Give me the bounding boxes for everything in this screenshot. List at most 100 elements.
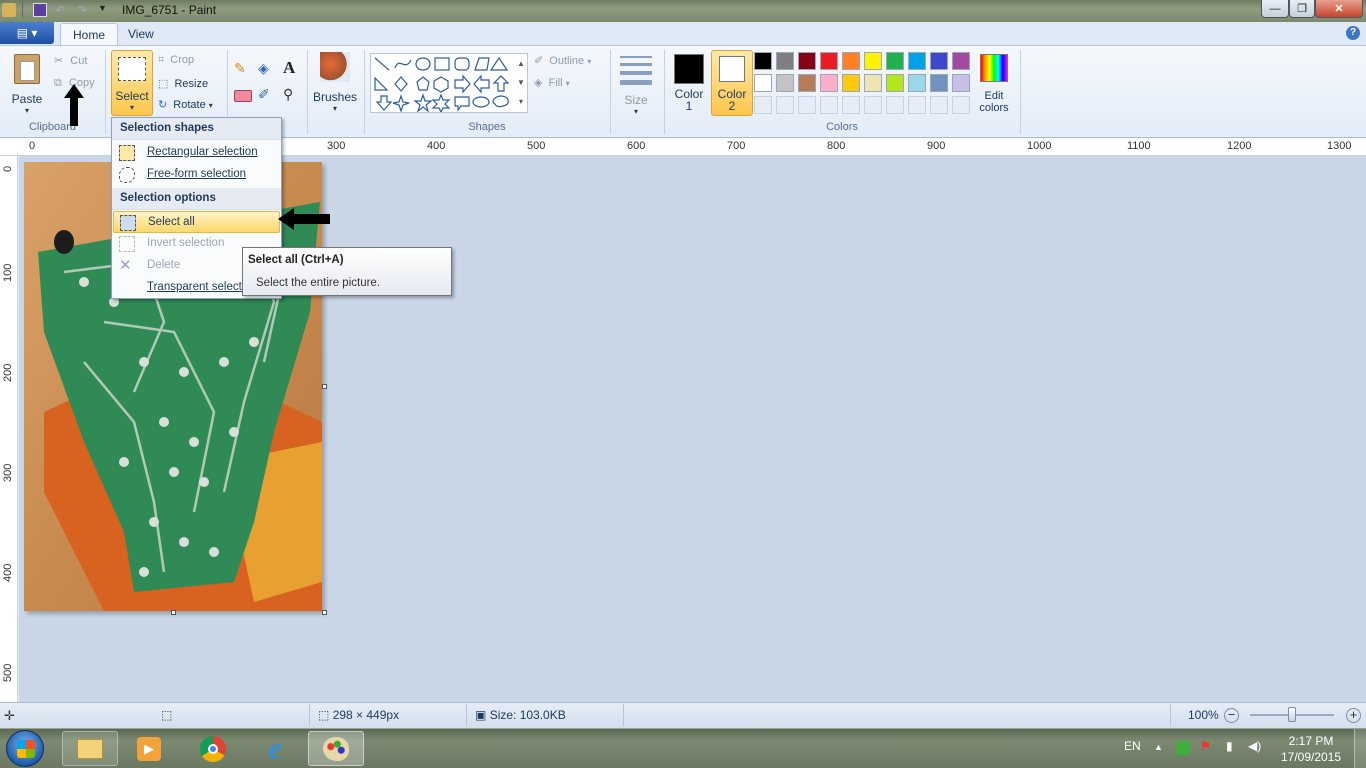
rotate-button[interactable]: ↻ Rotate ▾ bbox=[158, 98, 213, 111]
color2-button[interactable]: Color 2 bbox=[711, 50, 753, 116]
customize-quick-access-icon[interactable]: ▼ bbox=[98, 3, 112, 17]
language-indicator[interactable]: EN bbox=[1124, 739, 1141, 753]
color-swatch[interactable] bbox=[820, 74, 838, 92]
minimize-button[interactable]: — bbox=[1261, 0, 1289, 18]
disk-icon: ▣ bbox=[475, 708, 487, 722]
zoom-slider-thumb[interactable] bbox=[1288, 707, 1296, 722]
resize-handle-right[interactable] bbox=[322, 384, 327, 389]
taskbar-internet-explorer[interactable]: e bbox=[247, 731, 303, 766]
eraser-icon[interactable] bbox=[234, 90, 252, 102]
color-swatch[interactable] bbox=[864, 74, 882, 92]
volume-icon[interactable]: ◀) bbox=[1248, 739, 1261, 753]
clock[interactable]: 2:17 PM 17/09/2015 bbox=[1276, 733, 1346, 765]
undo-icon[interactable]: ↶ bbox=[55, 3, 69, 17]
show-hidden-icons[interactable]: ▲ bbox=[1154, 742, 1163, 752]
color-swatch[interactable] bbox=[864, 52, 882, 70]
color-swatch[interactable] bbox=[754, 74, 772, 92]
ruler-tick-label: 1000 bbox=[1027, 140, 1052, 152]
color-swatch[interactable] bbox=[776, 74, 794, 92]
cut-button[interactable]: ✂ Cut bbox=[54, 54, 87, 67]
custom-color-slot[interactable] bbox=[930, 96, 948, 114]
pencil-icon[interactable]: ✎ bbox=[234, 60, 252, 78]
redo-icon[interactable]: ↷ bbox=[77, 3, 91, 17]
color-swatch[interactable] bbox=[952, 74, 970, 92]
color-swatch[interactable] bbox=[842, 74, 860, 92]
custom-color-slot[interactable] bbox=[864, 96, 882, 114]
custom-color-slot[interactable] bbox=[886, 96, 904, 114]
color-picker-icon[interactable]: ✐ bbox=[258, 86, 276, 104]
windows-logo-icon bbox=[17, 740, 35, 758]
ruler-tick-label: 500 bbox=[527, 140, 546, 152]
color-swatch[interactable] bbox=[754, 52, 772, 70]
start-button[interactable] bbox=[6, 730, 44, 767]
help-icon[interactable]: ? bbox=[1346, 26, 1360, 40]
outline-button[interactable]: ✐ Outline ▾ bbox=[534, 54, 591, 67]
color-swatch[interactable] bbox=[930, 74, 948, 92]
close-button[interactable]: ✕ bbox=[1315, 0, 1363, 18]
rectangular-selection-item[interactable]: Rectangular selection bbox=[113, 142, 280, 164]
taskbar-explorer[interactable] bbox=[62, 731, 118, 766]
file-size: ▣ Size: 103.0KB bbox=[475, 708, 566, 722]
shapes-scroll[interactable]: ▲ ▼ ▾ bbox=[515, 54, 527, 112]
color-swatch[interactable] bbox=[798, 74, 816, 92]
color-swatch[interactable] bbox=[930, 52, 948, 70]
taskbar-media-player[interactable]: ▶ bbox=[121, 731, 177, 766]
resize-button[interactable]: ⬚ Resize bbox=[158, 77, 208, 90]
network-app-icon[interactable] bbox=[1176, 741, 1190, 755]
paint-menu-button[interactable]: ▤ ▾ bbox=[0, 22, 54, 44]
custom-color-slot[interactable] bbox=[842, 96, 860, 114]
color-swatch[interactable] bbox=[842, 52, 860, 70]
color-swatch[interactable] bbox=[886, 52, 904, 70]
free-form-selection-item[interactable]: Free-form selection bbox=[113, 164, 280, 186]
color-swatch[interactable] bbox=[952, 52, 970, 70]
ruler-tick-label: 900 bbox=[927, 140, 946, 152]
text-tool-icon[interactable]: A bbox=[283, 58, 301, 77]
maximize-button[interactable]: ❐ bbox=[1289, 0, 1315, 18]
resize-handle-bottom[interactable] bbox=[171, 610, 176, 615]
custom-color-slot[interactable] bbox=[820, 96, 838, 114]
brushes-button[interactable]: Brushes ▾ bbox=[312, 52, 358, 114]
crop-button[interactable]: ⌗ Crop bbox=[158, 54, 194, 67]
custom-color-slot[interactable] bbox=[754, 96, 772, 114]
color-swatch[interactable] bbox=[908, 52, 926, 70]
paste-button[interactable]: Paste ▾ bbox=[8, 52, 46, 115]
chevron-down-icon: ▾ bbox=[565, 79, 570, 88]
group-divider bbox=[307, 50, 308, 134]
tab-home[interactable]: Home bbox=[60, 23, 119, 45]
custom-color-slot[interactable] bbox=[908, 96, 926, 114]
fill-button[interactable]: ◈ Fill ▾ bbox=[534, 76, 570, 89]
ruler-tick-label: 100 bbox=[2, 263, 14, 282]
color-swatch[interactable] bbox=[798, 52, 816, 70]
tab-view[interactable]: View bbox=[116, 23, 166, 45]
custom-color-slot[interactable] bbox=[776, 96, 794, 114]
taskbar-paint[interactable] bbox=[308, 731, 364, 766]
resize-handle-corner[interactable] bbox=[322, 610, 327, 615]
ruler-tick-label: 1100 bbox=[1127, 140, 1151, 152]
color-swatch[interactable] bbox=[776, 52, 794, 70]
select-button[interactable]: Select ▾ bbox=[111, 50, 153, 116]
save-icon[interactable] bbox=[33, 3, 47, 17]
paint-app-icon[interactable] bbox=[2, 3, 16, 17]
select-all-icon bbox=[120, 215, 136, 231]
color-swatch[interactable] bbox=[908, 74, 926, 92]
magnifier-icon[interactable]: ⚲ bbox=[283, 86, 301, 104]
zoom-in-icon[interactable]: + bbox=[1346, 708, 1361, 723]
select-all-item[interactable]: Select all bbox=[113, 211, 280, 233]
taskbar-chrome[interactable] bbox=[185, 731, 241, 766]
color1-button[interactable]: Color 1 bbox=[670, 52, 708, 114]
shapes-gallery[interactable] bbox=[370, 53, 528, 114]
power-icon[interactable]: ▮ bbox=[1226, 739, 1233, 753]
edit-colors-button[interactable]: Edit colors bbox=[976, 52, 1012, 114]
show-desktop-button[interactable] bbox=[1354, 729, 1366, 768]
custom-color-slot[interactable] bbox=[798, 96, 816, 114]
zoom-out-icon[interactable]: − bbox=[1224, 708, 1239, 723]
color-swatch[interactable] bbox=[886, 74, 904, 92]
status-bar bbox=[0, 702, 1366, 728]
colors-group-label: Colors bbox=[826, 121, 858, 133]
custom-color-slot[interactable] bbox=[952, 96, 970, 114]
fill-bucket-icon[interactable]: ◈ bbox=[258, 60, 276, 78]
chevron-up-icon: ▲ bbox=[517, 59, 525, 68]
action-center-icon[interactable]: ⚑ bbox=[1200, 739, 1211, 753]
color-swatch[interactable] bbox=[820, 52, 838, 70]
size-button[interactable]: Size ▾ bbox=[617, 52, 655, 116]
